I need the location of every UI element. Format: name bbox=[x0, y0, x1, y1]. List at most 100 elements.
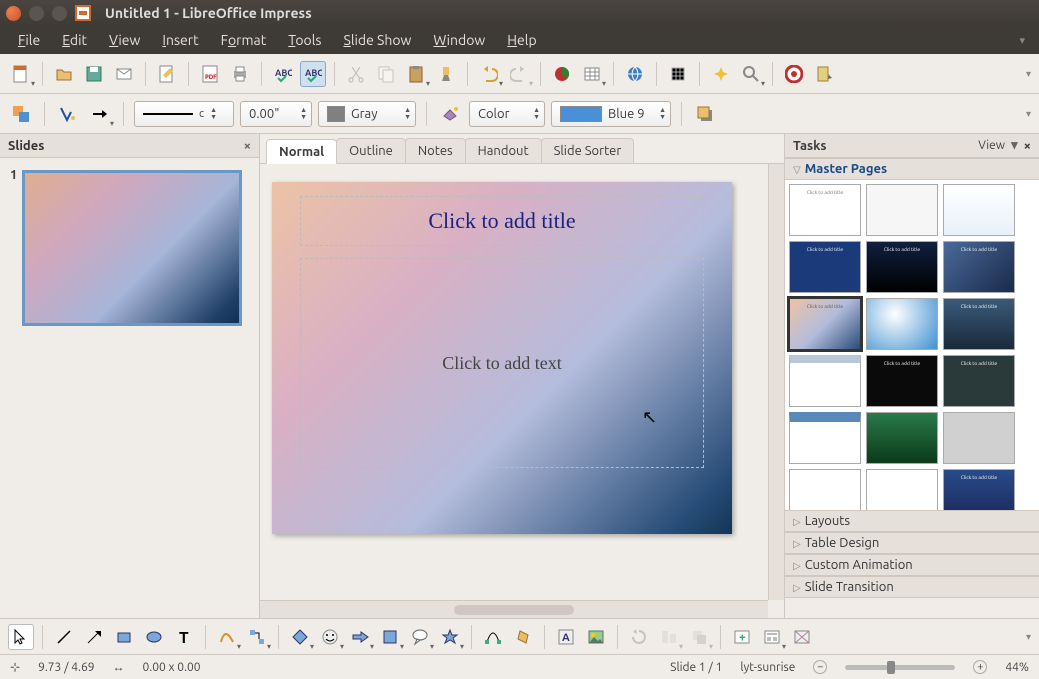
zoom-percent[interactable]: 44% bbox=[1005, 661, 1029, 674]
master-thumb-selected[interactable]: Click to add title bbox=[789, 298, 861, 350]
ellipse-tool-button[interactable] bbox=[141, 624, 167, 650]
align-button[interactable]: ▾ bbox=[656, 624, 682, 650]
tab-handout[interactable]: Handout bbox=[465, 138, 542, 163]
master-thumb[interactable]: Click to add title bbox=[943, 469, 1015, 510]
master-thumb[interactable] bbox=[789, 355, 861, 407]
master-thumb[interactable]: Click to add title bbox=[943, 298, 1015, 350]
drawing-toolbar-overflow-icon[interactable]: ▾ bbox=[1026, 631, 1031, 643]
rectangle-tool-button[interactable] bbox=[111, 624, 137, 650]
grid-button[interactable] bbox=[665, 61, 691, 87]
section-custom-animation[interactable]: ▷Custom Animation bbox=[785, 554, 1039, 576]
edit-mode-button[interactable] bbox=[154, 61, 180, 87]
gluepoints-button[interactable] bbox=[510, 624, 536, 650]
master-thumb[interactable]: Click to add title bbox=[943, 355, 1015, 407]
callouts-button[interactable]: ▾ bbox=[407, 624, 433, 650]
line-style-button[interactable] bbox=[55, 101, 81, 127]
chart-button[interactable] bbox=[549, 61, 575, 87]
zoom-slider[interactable] bbox=[845, 665, 955, 670]
slide-design-button[interactable] bbox=[789, 624, 815, 650]
tasks-view-link[interactable]: View bbox=[978, 139, 1005, 152]
menu-view[interactable]: View bbox=[99, 28, 150, 52]
email-button[interactable] bbox=[111, 61, 137, 87]
fill-color-combo[interactable]: Blue 9 ▲▼ bbox=[551, 101, 671, 127]
menu-file[interactable]: File bbox=[8, 28, 50, 52]
master-thumb[interactable] bbox=[789, 412, 861, 464]
title-placeholder[interactable]: Click to add title bbox=[300, 196, 704, 246]
toolbar2-overflow-icon[interactable]: ▾ bbox=[1026, 108, 1031, 120]
area-fill-button[interactable] bbox=[437, 101, 463, 127]
rotate-button[interactable] bbox=[626, 624, 652, 650]
master-thumb[interactable] bbox=[789, 469, 861, 510]
line-tool-button[interactable] bbox=[51, 624, 77, 650]
menu-overflow-icon[interactable]: ▾ bbox=[1019, 34, 1031, 47]
copy-button[interactable] bbox=[373, 61, 399, 87]
zoom-in-icon[interactable]: + bbox=[973, 660, 987, 674]
window-close-button[interactable] bbox=[6, 6, 21, 21]
hyperlink-button[interactable] bbox=[622, 61, 648, 87]
menu-tools[interactable]: Tools bbox=[278, 28, 331, 52]
basic-shapes-button[interactable]: ▾ bbox=[287, 624, 313, 650]
master-thumb[interactable] bbox=[866, 184, 938, 236]
spellcheck-button[interactable]: ABC bbox=[270, 61, 296, 87]
arrow-line-button[interactable] bbox=[81, 624, 107, 650]
zoom-button[interactable]: ▾ bbox=[738, 61, 764, 87]
master-thumb[interactable]: Click to add title bbox=[943, 241, 1015, 293]
section-slide-transition[interactable]: ▷Slide Transition bbox=[785, 576, 1039, 598]
master-thumb[interactable]: Click to add title bbox=[789, 184, 861, 236]
menu-slideshow[interactable]: Slide Show bbox=[333, 28, 421, 52]
master-thumb[interactable] bbox=[866, 298, 938, 350]
slide-canvas[interactable]: Click to add title Click to add text ↖ bbox=[272, 182, 732, 534]
shadow-button[interactable] bbox=[692, 101, 718, 127]
menu-insert[interactable]: Insert bbox=[152, 28, 208, 52]
from-file-button[interactable] bbox=[583, 624, 609, 650]
toolbar-overflow-icon[interactable]: ▾ bbox=[1026, 68, 1031, 80]
curve-tool-button[interactable]: ▾ bbox=[214, 624, 240, 650]
slides-panel-close-icon[interactable]: × bbox=[244, 139, 251, 153]
format-paintbrush-button[interactable] bbox=[433, 61, 459, 87]
points-edit-button[interactable] bbox=[480, 624, 506, 650]
content-placeholder[interactable]: Click to add text bbox=[300, 258, 704, 468]
table-button[interactable]: ▾ bbox=[579, 61, 605, 87]
master-thumb[interactable]: Click to add title bbox=[866, 355, 938, 407]
window-minimize-button[interactable] bbox=[29, 6, 44, 21]
block-arrows-button[interactable]: ▾ bbox=[347, 624, 373, 650]
editor-hscrollbar[interactable] bbox=[260, 600, 768, 618]
section-layouts[interactable]: ▷Layouts bbox=[785, 510, 1039, 532]
print-button[interactable] bbox=[227, 61, 253, 87]
select-tool-button[interactable] bbox=[8, 624, 34, 650]
undo-button[interactable]: ▾ bbox=[476, 61, 502, 87]
slide-layout-button[interactable]: ▾ bbox=[759, 624, 785, 650]
tasks-close-icon[interactable]: × bbox=[1024, 139, 1031, 153]
whatsthis-button[interactable] bbox=[811, 61, 837, 87]
menu-format[interactable]: Format bbox=[211, 28, 277, 52]
fontwork-button[interactable]: A bbox=[553, 624, 579, 650]
master-thumb[interactable]: Click to add title bbox=[866, 241, 938, 293]
tab-normal[interactable]: Normal bbox=[266, 139, 337, 164]
cut-button[interactable] bbox=[343, 61, 369, 87]
master-thumb[interactable] bbox=[943, 184, 1015, 236]
insert-slide-button[interactable]: + bbox=[729, 624, 755, 650]
tasks-minimize-icon[interactable]: ▾ bbox=[1011, 138, 1018, 153]
new-doc-button[interactable]: ▾ bbox=[8, 61, 34, 87]
symbol-shapes-button[interactable]: ▾ bbox=[317, 624, 343, 650]
navigator-button[interactable] bbox=[708, 61, 734, 87]
menu-help[interactable]: Help bbox=[497, 28, 546, 52]
paste-button[interactable]: ▾ bbox=[403, 61, 429, 87]
zoom-out-icon[interactable]: − bbox=[813, 660, 827, 674]
text-tool-button[interactable]: T bbox=[171, 624, 197, 650]
slide-thumb-1[interactable]: 1 bbox=[12, 170, 247, 326]
fill-mode-combo[interactable]: Color ▲▼ bbox=[469, 101, 545, 127]
master-thumb[interactable] bbox=[943, 412, 1015, 464]
tab-notes[interactable]: Notes bbox=[405, 138, 466, 163]
master-thumb[interactable] bbox=[866, 469, 938, 510]
section-master-pages[interactable]: ▽Master Pages bbox=[785, 158, 1039, 180]
window-maximize-button[interactable] bbox=[52, 6, 67, 21]
stars-button[interactable]: ▾ bbox=[437, 624, 463, 650]
line-width-combo[interactable]: 0.00" ▲▼ bbox=[240, 101, 312, 127]
section-table-design[interactable]: ▷Table Design bbox=[785, 532, 1039, 554]
autospellcheck-button[interactable]: ABC bbox=[300, 61, 326, 87]
arrange-button[interactable] bbox=[8, 101, 34, 127]
connector-tool-button[interactable]: ▾ bbox=[244, 624, 270, 650]
export-pdf-button[interactable]: PDF bbox=[197, 61, 223, 87]
line-style-combo[interactable]: c ▲▼ bbox=[134, 101, 234, 127]
